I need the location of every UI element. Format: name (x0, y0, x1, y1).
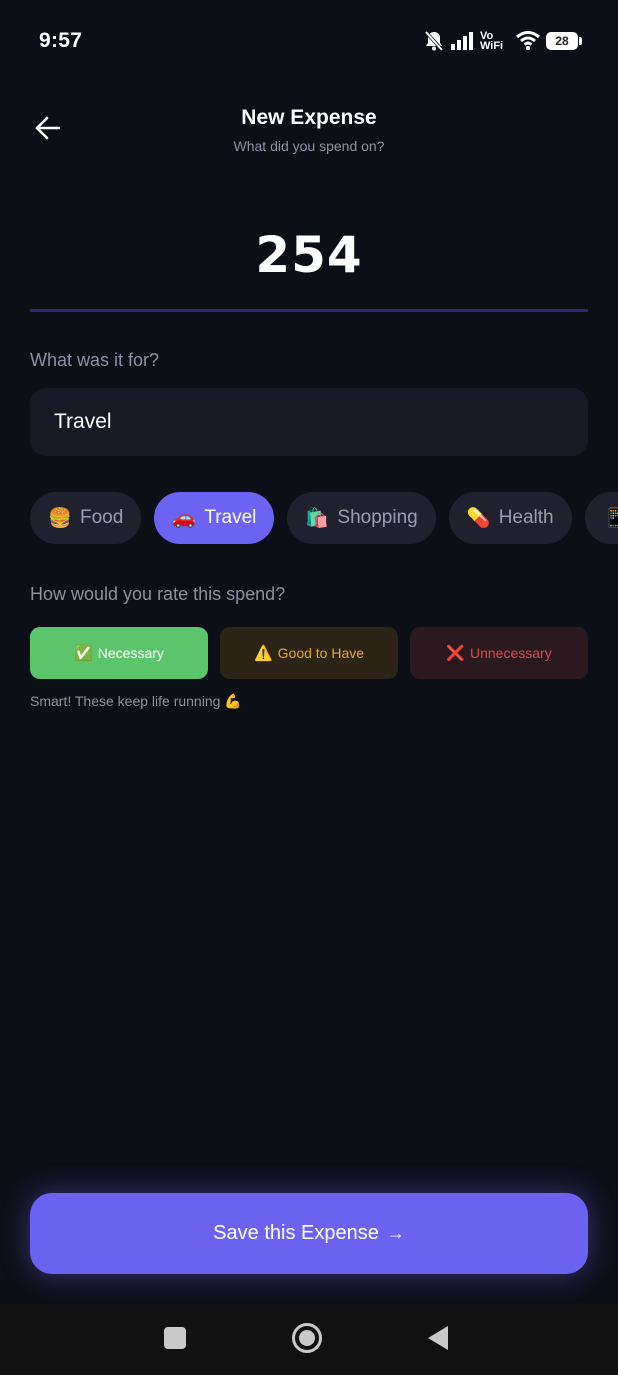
rating-good-to-have-button[interactable]: ⚠️ Good to Have (220, 627, 398, 679)
category-chip-travel[interactable]: 🚗 Travel (154, 492, 275, 544)
mobile-phone-icon: 📱 (602, 508, 618, 529)
rating-hint: Smart! These keep life running 💪 (30, 693, 242, 709)
status-time: 9:57 (39, 29, 83, 52)
status-icons: Vo WiFi 28 (424, 28, 582, 54)
recents-square-icon (163, 1326, 187, 1355)
vowifi-icon: Vo WiFi (480, 31, 510, 52)
rating-unnecessary-button[interactable]: ❌ Unnecessary (410, 627, 588, 679)
page-subtitle: What did you spend on? (233, 138, 385, 154)
arrow-right-icon: → (386, 1223, 405, 1243)
amount-input[interactable]: 254 (0, 226, 618, 284)
description-input[interactable]: Travel (30, 388, 588, 456)
category-chip-shopping[interactable]: 🛍️ Shopping (287, 492, 436, 544)
system-nav-bar (0, 1304, 618, 1375)
home-circle-icon (291, 1322, 323, 1359)
category-chips[interactable]: 🍔 Food 🚗 Travel 🛍️ Shopping 💊 Health 📱 (30, 492, 618, 546)
home-button[interactable] (285, 1318, 329, 1362)
category-chip-label: Travel (204, 507, 257, 528)
battery-icon: 28 (546, 32, 582, 50)
pill-icon: 💊 (466, 508, 491, 529)
page-title: New Expense (241, 106, 377, 129)
warning-icon: ⚠️ (253, 645, 273, 662)
category-chip-food[interactable]: 🍔 Food (30, 492, 142, 544)
category-chip-label: Health (498, 507, 554, 528)
system-back-button[interactable] (416, 1318, 460, 1362)
vowifi-bottom-text: WiFi (480, 40, 504, 52)
notifications-off-icon (424, 30, 444, 52)
rating-necessary-button[interactable]: ✅ Necessary (30, 627, 208, 679)
recents-button[interactable] (153, 1318, 197, 1362)
car-icon: 🚗 (172, 508, 196, 529)
shopping-bags-icon: 🛍️ (305, 508, 330, 529)
rating-options: ✅ Necessary ⚠️ Good to Have ❌ Unnecessar… (30, 627, 588, 679)
category-chips-track: 🍔 Food 🚗 Travel 🛍️ Shopping 💊 Health 📱 (30, 492, 618, 544)
rating-option-label: Good to Have (277, 645, 365, 661)
burger-icon: 🍔 (48, 508, 72, 529)
check-mark-icon: ✅ (74, 645, 93, 662)
wifi-icon (516, 31, 540, 51)
description-label: What was it for? (30, 350, 160, 370)
category-chip-mobile[interactable]: 📱 (584, 492, 618, 544)
category-chip-health[interactable]: 💊 Health (448, 492, 572, 544)
status-bar: 9:57 Vo WiFi 28 (0, 0, 618, 84)
rating-option-label: Unnecessary (469, 645, 552, 661)
save-button-label: Save this Expense (213, 1222, 379, 1244)
back-triangle-icon (426, 1325, 450, 1356)
rating-label: How would you rate this spend? (30, 584, 286, 604)
category-chip-label: Shopping (337, 507, 418, 528)
rating-option-label: Necessary (97, 645, 164, 661)
amount-underline (30, 309, 588, 312)
save-expense-button[interactable]: Save this Expense → (30, 1193, 588, 1274)
cross-mark-icon: ❌ (446, 645, 465, 662)
signal-icon (450, 31, 474, 51)
category-chip-label: Food (80, 507, 124, 528)
